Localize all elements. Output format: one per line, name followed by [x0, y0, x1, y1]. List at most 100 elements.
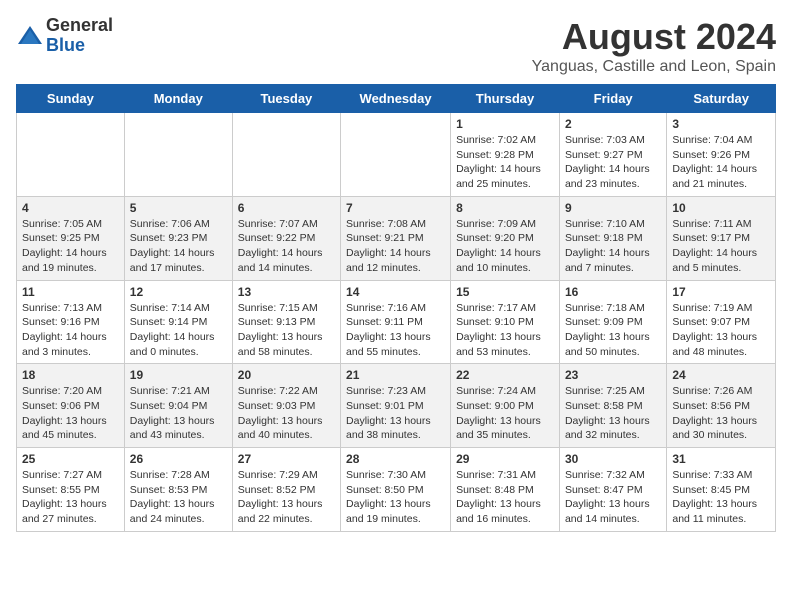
day-content: Sunrise: 7:14 AM Sunset: 9:14 PM Dayligh…	[130, 301, 227, 360]
day-number: 20	[238, 368, 335, 382]
calendar-cell: 14 Sunrise: 7:16 AM Sunset: 9:11 PM Dayli…	[341, 280, 451, 364]
day-content: Sunrise: 7:29 AM Sunset: 8:52 PM Dayligh…	[238, 468, 335, 527]
calendar-cell: 16 Sunrise: 7:18 AM Sunset: 9:09 PM Dayli…	[559, 280, 666, 364]
calendar-cell: 26 Sunrise: 7:28 AM Sunset: 8:53 PM Dayli…	[124, 448, 232, 532]
day-number: 26	[130, 452, 227, 466]
calendar-week-3: 11 Sunrise: 7:13 AM Sunset: 9:16 PM Dayli…	[17, 280, 776, 364]
weekday-header-thursday: Thursday	[451, 85, 560, 113]
calendar-week-4: 18 Sunrise: 7:20 AM Sunset: 9:06 PM Dayli…	[17, 364, 776, 448]
calendar-table: SundayMondayTuesdayWednesdayThursdayFrid…	[16, 84, 776, 532]
day-content: Sunrise: 7:27 AM Sunset: 8:55 PM Dayligh…	[22, 468, 119, 527]
calendar-cell: 2Sunrise: 7:03 AM Sunset: 9:27 PM Daylig…	[559, 113, 666, 197]
day-content: Sunrise: 7:24 AM Sunset: 9:00 PM Dayligh…	[456, 384, 554, 443]
day-content: Sunrise: 7:15 AM Sunset: 9:13 PM Dayligh…	[238, 301, 335, 360]
day-number: 19	[130, 368, 227, 382]
weekday-header-monday: Monday	[124, 85, 232, 113]
calendar-week-1: 1Sunrise: 7:02 AM Sunset: 9:28 PM Daylig…	[17, 113, 776, 197]
day-content: Sunrise: 7:04 AM Sunset: 9:26 PM Dayligh…	[672, 133, 770, 192]
day-number: 16	[565, 285, 661, 299]
day-content: Sunrise: 7:21 AM Sunset: 9:04 PM Dayligh…	[130, 384, 227, 443]
day-number: 24	[672, 368, 770, 382]
day-content: Sunrise: 7:02 AM Sunset: 9:28 PM Dayligh…	[456, 133, 554, 192]
day-content: Sunrise: 7:11 AM Sunset: 9:17 PM Dayligh…	[672, 217, 770, 276]
day-number: 6	[238, 201, 335, 215]
day-number: 9	[565, 201, 661, 215]
calendar-cell: 21Sunrise: 7:23 AM Sunset: 9:01 PM Dayli…	[341, 364, 451, 448]
weekday-header-friday: Friday	[559, 85, 666, 113]
day-content: Sunrise: 7:10 AM Sunset: 9:18 PM Dayligh…	[565, 217, 661, 276]
calendar-cell: 29 Sunrise: 7:31 AM Sunset: 8:48 PM Dayli…	[451, 448, 560, 532]
title-section: August 2024 Yanguas, Castille and Leon, …	[532, 16, 776, 76]
day-content: Sunrise: 7:25 AM Sunset: 8:58 PM Dayligh…	[565, 384, 661, 443]
calendar-cell: 5 Sunrise: 7:06 AM Sunset: 9:23 PM Daylig…	[124, 196, 232, 280]
calendar-cell: 27 Sunrise: 7:29 AM Sunset: 8:52 PM Dayli…	[232, 448, 340, 532]
day-content: Sunrise: 7:18 AM Sunset: 9:09 PM Dayligh…	[565, 301, 661, 360]
calendar-cell: 22 Sunrise: 7:24 AM Sunset: 9:00 PM Dayli…	[451, 364, 560, 448]
calendar-week-5: 25 Sunrise: 7:27 AM Sunset: 8:55 PM Dayli…	[17, 448, 776, 532]
calendar-cell: 12 Sunrise: 7:14 AM Sunset: 9:14 PM Dayli…	[124, 280, 232, 364]
calendar-cell: 10 Sunrise: 7:11 AM Sunset: 9:17 PM Dayli…	[667, 196, 776, 280]
day-number: 8	[456, 201, 554, 215]
day-content: Sunrise: 7:13 AM Sunset: 9:16 PM Dayligh…	[22, 301, 119, 360]
calendar-cell: 18 Sunrise: 7:20 AM Sunset: 9:06 PM Dayli…	[17, 364, 125, 448]
month-year-title: August 2024	[532, 16, 776, 58]
weekday-header-sunday: Sunday	[17, 85, 125, 113]
day-number: 22	[456, 368, 554, 382]
calendar-cell: 24 Sunrise: 7:26 AM Sunset: 8:56 PM Dayli…	[667, 364, 776, 448]
calendar-cell: 6 Sunrise: 7:07 AM Sunset: 9:22 PM Daylig…	[232, 196, 340, 280]
day-number: 27	[238, 452, 335, 466]
day-number: 11	[22, 285, 119, 299]
day-number: 12	[130, 285, 227, 299]
calendar-cell: 23 Sunrise: 7:25 AM Sunset: 8:58 PM Dayli…	[559, 364, 666, 448]
calendar-cell: 19 Sunrise: 7:21 AM Sunset: 9:04 PM Dayli…	[124, 364, 232, 448]
logo: General Blue	[16, 16, 113, 56]
day-content: Sunrise: 7:22 AM Sunset: 9:03 PM Dayligh…	[238, 384, 335, 443]
calendar-cell: 9 Sunrise: 7:10 AM Sunset: 9:18 PM Daylig…	[559, 196, 666, 280]
calendar-cell: 17Sunrise: 7:19 AM Sunset: 9:07 PM Dayli…	[667, 280, 776, 364]
day-number: 31	[672, 452, 770, 466]
day-content: Sunrise: 7:07 AM Sunset: 9:22 PM Dayligh…	[238, 217, 335, 276]
day-content: Sunrise: 7:05 AM Sunset: 9:25 PM Dayligh…	[22, 217, 119, 276]
day-content: Sunrise: 7:32 AM Sunset: 8:47 PM Dayligh…	[565, 468, 661, 527]
day-content: Sunrise: 7:08 AM Sunset: 9:21 PM Dayligh…	[346, 217, 445, 276]
day-content: Sunrise: 7:26 AM Sunset: 8:56 PM Dayligh…	[672, 384, 770, 443]
logo-text: General Blue	[46, 16, 113, 56]
calendar-cell	[124, 113, 232, 197]
calendar-cell: 8 Sunrise: 7:09 AM Sunset: 9:20 PM Daylig…	[451, 196, 560, 280]
day-content: Sunrise: 7:20 AM Sunset: 9:06 PM Dayligh…	[22, 384, 119, 443]
calendar-cell: 11 Sunrise: 7:13 AM Sunset: 9:16 PM Dayli…	[17, 280, 125, 364]
weekday-header-saturday: Saturday	[667, 85, 776, 113]
day-number: 14	[346, 285, 445, 299]
weekday-header-tuesday: Tuesday	[232, 85, 340, 113]
day-content: Sunrise: 7:30 AM Sunset: 8:50 PM Dayligh…	[346, 468, 445, 527]
calendar-cell	[17, 113, 125, 197]
day-content: Sunrise: 7:17 AM Sunset: 9:10 PM Dayligh…	[456, 301, 554, 360]
day-number: 15	[456, 285, 554, 299]
calendar-cell: 13 Sunrise: 7:15 AM Sunset: 9:13 PM Dayli…	[232, 280, 340, 364]
calendar-cell: 28Sunrise: 7:30 AM Sunset: 8:50 PM Dayli…	[341, 448, 451, 532]
location-subtitle: Yanguas, Castille and Leon, Spain	[532, 58, 776, 76]
day-number: 10	[672, 201, 770, 215]
day-number: 18	[22, 368, 119, 382]
calendar-cell: 4Sunrise: 7:05 AM Sunset: 9:25 PM Daylig…	[17, 196, 125, 280]
day-number: 25	[22, 452, 119, 466]
calendar-cell: 3Sunrise: 7:04 AM Sunset: 9:26 PM Daylig…	[667, 113, 776, 197]
day-number: 23	[565, 368, 661, 382]
calendar-cell: 25 Sunrise: 7:27 AM Sunset: 8:55 PM Dayli…	[17, 448, 125, 532]
day-content: Sunrise: 7:03 AM Sunset: 9:27 PM Dayligh…	[565, 133, 661, 192]
day-content: Sunrise: 7:06 AM Sunset: 9:23 PM Dayligh…	[130, 217, 227, 276]
day-number: 29	[456, 452, 554, 466]
day-content: Sunrise: 7:31 AM Sunset: 8:48 PM Dayligh…	[456, 468, 554, 527]
day-content: Sunrise: 7:09 AM Sunset: 9:20 PM Dayligh…	[456, 217, 554, 276]
day-content: Sunrise: 7:28 AM Sunset: 8:53 PM Dayligh…	[130, 468, 227, 527]
calendar-cell: 15 Sunrise: 7:17 AM Sunset: 9:10 PM Dayli…	[451, 280, 560, 364]
day-number: 5	[130, 201, 227, 215]
calendar-cell	[232, 113, 340, 197]
logo-blue: Blue	[46, 36, 113, 56]
calendar-cell	[341, 113, 451, 197]
day-number: 13	[238, 285, 335, 299]
day-content: Sunrise: 7:16 AM Sunset: 9:11 PM Dayligh…	[346, 301, 445, 360]
logo-icon	[16, 22, 44, 50]
weekday-header-row: SundayMondayTuesdayWednesdayThursdayFrid…	[17, 85, 776, 113]
calendar-cell: 30Sunrise: 7:32 AM Sunset: 8:47 PM Dayli…	[559, 448, 666, 532]
